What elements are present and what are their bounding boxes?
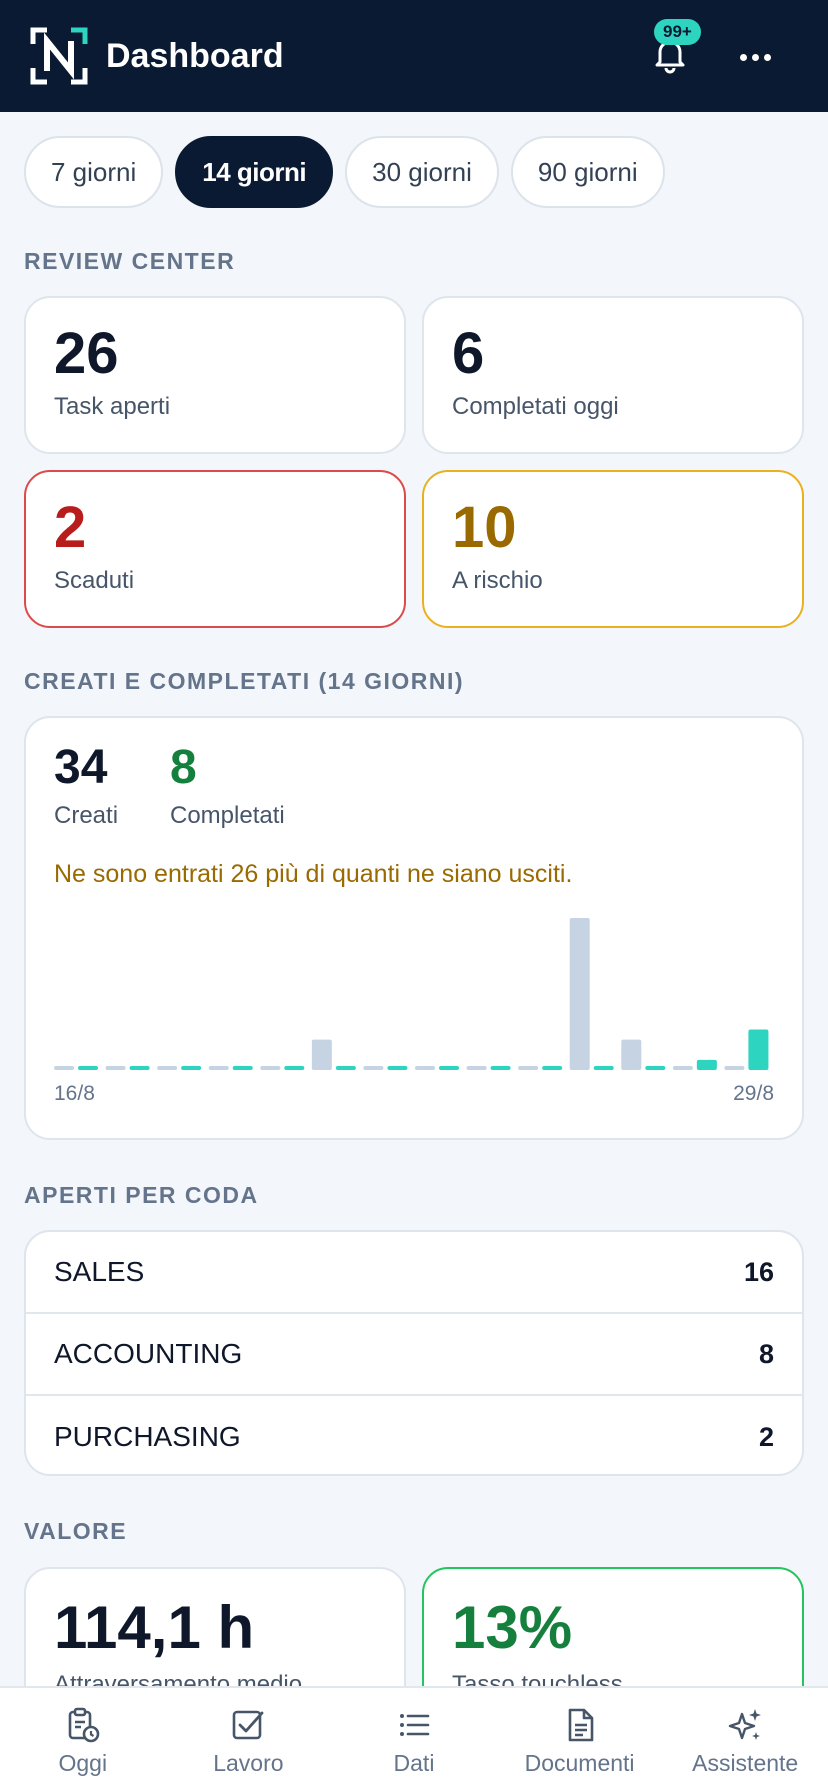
bar-completed [335, 1066, 356, 1070]
completed-label: Completati [170, 802, 285, 829]
clipboard-clock-icon [68, 1707, 100, 1743]
bar-completed [284, 1066, 305, 1070]
queue-count: 2 [758, 1421, 774, 1452]
nav-item-lavoro[interactable]: Lavoro [166, 1688, 332, 1792]
queues-title: APERTI PER CODA [24, 1182, 259, 1208]
list-icon [399, 1714, 430, 1736]
touchless-value: 13% [452, 1594, 573, 1661]
completed-today-value: 6 [452, 321, 485, 386]
bar-created [311, 1039, 332, 1070]
open-tasks-card[interactable]: 26 Task aperti [24, 296, 406, 454]
queue-name: SALES [54, 1256, 145, 1287]
logo-icon [30, 27, 88, 85]
queue-count: 8 [758, 1338, 774, 1369]
period-14-days[interactable]: 14 giorni [175, 136, 334, 208]
sparkles-icon [728, 1709, 762, 1740]
bar-created [569, 918, 590, 1070]
bar-completed [439, 1066, 459, 1070]
bar-created [415, 1066, 435, 1070]
open-tasks-value: 26 [54, 321, 119, 386]
overdue-label: Scaduti [54, 567, 135, 594]
value-section-title: VALORE [24, 1518, 128, 1544]
document-icon [568, 1708, 593, 1742]
queue-name: PURCHASING [54, 1421, 241, 1452]
bar-completed [78, 1066, 98, 1070]
period-30-days[interactable]: 30 giorni [345, 136, 499, 208]
nav-label: Oggi [58, 1750, 108, 1776]
completed-today-card[interactable]: 6 Completati oggi [422, 296, 804, 454]
chart-axis-start: 16/8 [54, 1082, 95, 1105]
created-completed-card: 34 Creati 8 Completati Ne sono entrati 2… [24, 716, 804, 1140]
queues-list: SALES 16 ACCOUNTING 8 PURCHASING 2 [24, 1230, 804, 1476]
app-header: Dashboard [0, 0, 828, 112]
bar-completed [129, 1066, 150, 1070]
nav-label: Lavoro [213, 1750, 284, 1776]
queue-row-sales[interactable]: SALES 16 [26, 1232, 802, 1314]
at-risk-card[interactable]: 10 A rischio [422, 470, 804, 628]
bar-created [672, 1066, 693, 1070]
bar-completed [593, 1066, 614, 1070]
bar-created [621, 1039, 642, 1070]
bar-created [363, 1066, 384, 1070]
bottom-navigation: Oggi Lavoro Dati Documenti Assistente [0, 1686, 828, 1792]
overdue-card[interactable]: 2 Scaduti [24, 470, 406, 628]
bar-completed [387, 1066, 408, 1070]
at-risk-value: 10 [452, 495, 517, 560]
bar-created [466, 1066, 487, 1070]
bar-created [157, 1066, 178, 1070]
review-center-title: REVIEW CENTER [24, 248, 236, 274]
bar-completed [542, 1066, 563, 1070]
bar-created [260, 1066, 281, 1070]
bar-completed [490, 1066, 511, 1070]
created-value: 34 [54, 741, 108, 794]
bar-completed [696, 1059, 717, 1070]
period-selector: 7 giorni 14 giorni 30 giorni 90 giorni [24, 136, 665, 208]
open-tasks-label: Task aperti [54, 393, 171, 420]
chart-axis-end: 29/8 [733, 1082, 774, 1105]
nav-label: Documenti [524, 1750, 635, 1776]
more-menu-icon[interactable] [738, 40, 774, 72]
created-completed-bar-chart [54, 918, 769, 1070]
bar-completed [645, 1066, 666, 1070]
queue-name: ACCOUNTING [54, 1338, 243, 1369]
bar-completed [232, 1066, 253, 1070]
nav-item-oggi[interactable]: Oggi [0, 1688, 166, 1792]
bar-completed [748, 1029, 769, 1070]
nav-label: Dati [393, 1750, 435, 1776]
checkbox-icon [233, 1710, 264, 1740]
period-7-days[interactable]: 7 giorni [24, 136, 164, 208]
created-label: Creati [54, 802, 119, 829]
created-completed-title: CREATI E COMPLETATI (14 GIORNI) [24, 668, 465, 694]
bar-created [724, 1066, 745, 1070]
bar-created [208, 1066, 229, 1070]
bar-created [518, 1066, 539, 1070]
balance-message: Ne sono entrati 26 più di quanti ne sian… [54, 860, 573, 888]
throughput-value: 114,1 h [54, 1594, 255, 1661]
queue-row-accounting[interactable]: ACCOUNTING 8 [26, 1314, 802, 1396]
overdue-value: 2 [54, 495, 87, 560]
notification-count-badge: 99+ [654, 19, 701, 45]
completed-value: 8 [170, 741, 197, 794]
page-title: Dashboard [106, 36, 284, 75]
at-risk-label: A rischio [452, 567, 543, 594]
completed-today-label: Completati oggi [452, 393, 619, 420]
bar-created [105, 1066, 126, 1070]
queue-count: 16 [743, 1256, 774, 1287]
period-90-days[interactable]: 90 giorni [510, 136, 665, 208]
queue-row-purchasing[interactable]: PURCHASING 2 [26, 1396, 802, 1474]
nav-label: Assistente [692, 1750, 799, 1776]
nav-item-dati[interactable]: Dati [331, 1688, 497, 1792]
bar-created [54, 1066, 74, 1070]
nav-item-assistente[interactable]: Assistente [662, 1688, 828, 1792]
nav-item-documenti[interactable]: Documenti [497, 1688, 663, 1792]
bar-completed [181, 1066, 202, 1070]
